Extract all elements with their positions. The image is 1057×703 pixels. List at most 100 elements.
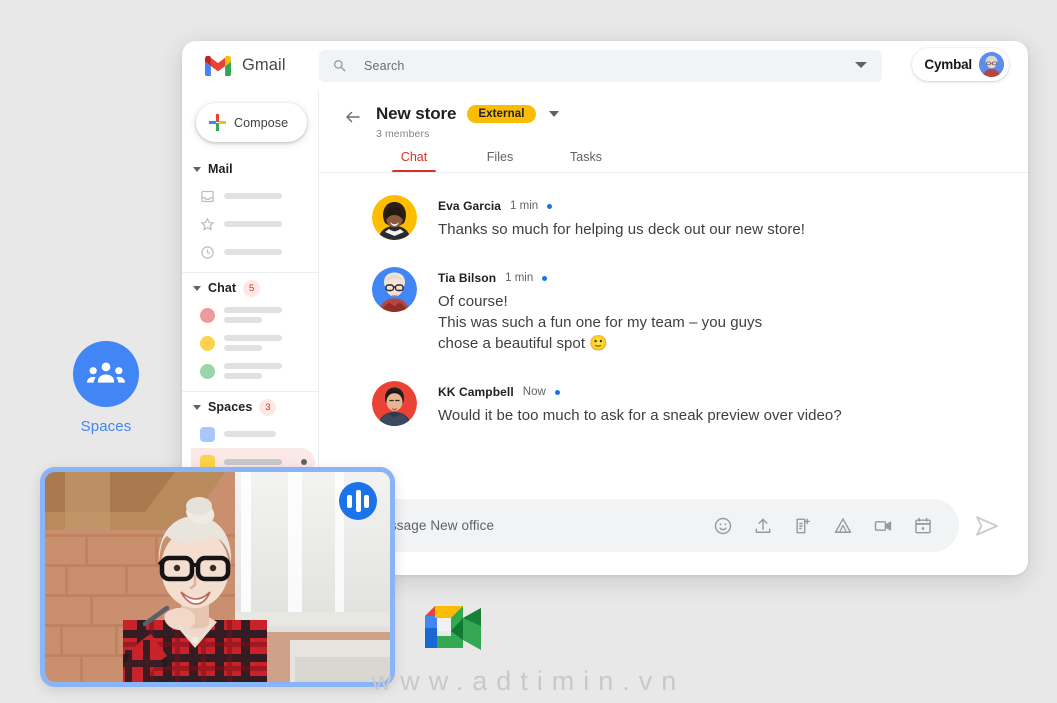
sidebar-item-chat-1[interactable]	[191, 301, 319, 329]
status-badge: External	[467, 105, 536, 123]
tab-tasks[interactable]: Tasks	[543, 150, 629, 173]
inbox-icon	[200, 189, 215, 204]
spaces-people-icon	[73, 341, 139, 407]
message-text: Thanks so much for helping us deck out o…	[438, 221, 806, 238]
top-bar: Gmail Search Cymbal	[182, 41, 1028, 90]
spaces-launcher-label: Spaces	[80, 418, 132, 435]
caret-down-icon[interactable]	[193, 166, 201, 172]
message-author: Eva Garcia	[438, 199, 502, 213]
message-meta: Eva Garcia 1 min	[438, 199, 805, 213]
account-chip[interactable]: Cymbal	[912, 48, 1009, 81]
sidebar-item-space-1[interactable]	[191, 420, 319, 448]
sidebar-section-chat: Chat 5	[182, 275, 319, 385]
org-name: Cymbal	[924, 57, 972, 72]
chevron-down-icon[interactable]	[548, 111, 559, 117]
gmail-logo-icon	[205, 54, 231, 76]
tabs-divider	[319, 172, 1028, 173]
search-bar[interactable]: Search	[319, 50, 882, 82]
message-time: 1 min	[505, 272, 534, 284]
message-input[interactable]: Message New office	[344, 499, 959, 552]
video-camera-icon[interactable]	[873, 516, 893, 536]
search-icon	[332, 58, 348, 74]
star-icon	[200, 216, 215, 232]
tab-files[interactable]: Files	[457, 150, 543, 173]
meet-audio-wave-icon	[339, 482, 377, 520]
placeholder-bars	[224, 193, 282, 199]
sidebar-item-starred[interactable]	[191, 210, 319, 238]
message-list: Eva Garcia 1 min Thanks so much for help…	[319, 173, 1028, 426]
brand-area: Gmail	[182, 54, 318, 76]
unread-dot-icon	[301, 459, 307, 465]
placeholder-bars	[224, 431, 276, 437]
compose-bar: Message New office	[344, 499, 1010, 552]
message-item: KK Campbell Now Would it be too much to …	[319, 381, 1028, 426]
placeholder-bars	[224, 459, 282, 465]
member-count: 3 members	[376, 128, 430, 140]
avatar-eva-garcia[interactable]	[372, 195, 417, 240]
message-body: Tia Bilson 1 min Of course! This was suc…	[438, 267, 762, 354]
spaces-unread-badge: 3	[259, 398, 277, 416]
placeholder-bars	[224, 335, 282, 351]
spaces-launcher[interactable]: Spaces	[70, 341, 142, 435]
tab-chat[interactable]: Chat	[371, 150, 457, 173]
placeholder-bars	[224, 221, 282, 227]
unread-dot-icon	[547, 203, 553, 209]
message-time: Now	[522, 386, 546, 398]
sidebar-section-mail: Mail	[182, 156, 319, 266]
message-text-line: Of course!	[438, 293, 508, 310]
message-text-line: This was such a fun one for my team – yo…	[438, 314, 763, 331]
message-text-line: chose a beautiful spot 🙂	[438, 335, 608, 352]
new-document-icon[interactable]	[793, 516, 813, 536]
message-body: Eva Garcia 1 min Thanks so much for help…	[438, 195, 805, 240]
avatar-dot-red	[200, 307, 215, 323]
send-icon[interactable]	[972, 511, 1002, 541]
sidebar-section-header[interactable]: Mail	[191, 156, 319, 182]
sidebar-item-inbox[interactable]	[191, 182, 319, 210]
chat-unread-badge: 5	[243, 279, 261, 297]
tabs-container: Chat Files Tasks	[319, 150, 1028, 173]
placeholder-bars	[224, 249, 282, 255]
calendar-icon[interactable]	[913, 516, 933, 536]
caret-down-icon[interactable]	[193, 404, 201, 410]
avatar-tia-bilson[interactable]	[372, 267, 417, 312]
emoji-icon[interactable]	[713, 516, 733, 536]
sidebar-divider	[182, 272, 319, 273]
sidebar-divider	[182, 391, 319, 392]
message-item: Tia Bilson 1 min Of course! This was suc…	[319, 267, 1028, 354]
chevron-down-icon[interactable]	[855, 62, 867, 68]
message-time: 1 min	[510, 200, 539, 212]
message-meta: KK Campbell Now	[438, 385, 842, 399]
avatar-kk-campbell[interactable]	[372, 381, 417, 426]
space-square-blue	[200, 426, 215, 442]
avatar-dot-yellow	[200, 335, 215, 351]
video-tile[interactable]	[40, 467, 395, 687]
space-title-row: New store External	[376, 104, 559, 124]
main-panel: New store External 3 members Chat Files …	[319, 90, 1028, 575]
brand-label: Gmail	[242, 56, 286, 74]
message-body: KK Campbell Now Would it be too much to …	[438, 381, 842, 426]
page-title: New store	[376, 104, 457, 123]
sidebar-section-header[interactable]: Chat 5	[191, 275, 319, 301]
sidebar-section-header[interactable]: Spaces 3	[191, 394, 319, 420]
back-arrow-icon[interactable]	[344, 108, 362, 126]
sidebar-section-title: Spaces	[208, 400, 253, 414]
unread-dot-icon	[542, 275, 548, 281]
unread-dot-icon	[554, 389, 560, 395]
message-item: Eva Garcia 1 min Thanks so much for help…	[319, 195, 1028, 240]
google-drive-icon[interactable]	[833, 516, 853, 536]
compose-button[interactable]: Compose	[196, 103, 307, 142]
avatar[interactable]	[979, 52, 1004, 77]
compose-tools	[713, 516, 959, 536]
search-placeholder: Search	[364, 59, 405, 73]
message-meta: Tia Bilson 1 min	[438, 271, 762, 285]
message-author: Tia Bilson	[438, 271, 497, 285]
compose-label: Compose	[234, 115, 289, 130]
sidebar-section-title: Mail	[208, 162, 233, 176]
caret-down-icon[interactable]	[193, 285, 201, 291]
sidebar-item-chat-3[interactable]	[191, 357, 319, 385]
avatar-dot-green	[200, 363, 215, 379]
sidebar-item-snoozed[interactable]	[191, 238, 319, 266]
placeholder-bars	[224, 307, 282, 323]
upload-icon[interactable]	[753, 516, 773, 536]
sidebar-item-chat-2[interactable]	[191, 329, 319, 357]
